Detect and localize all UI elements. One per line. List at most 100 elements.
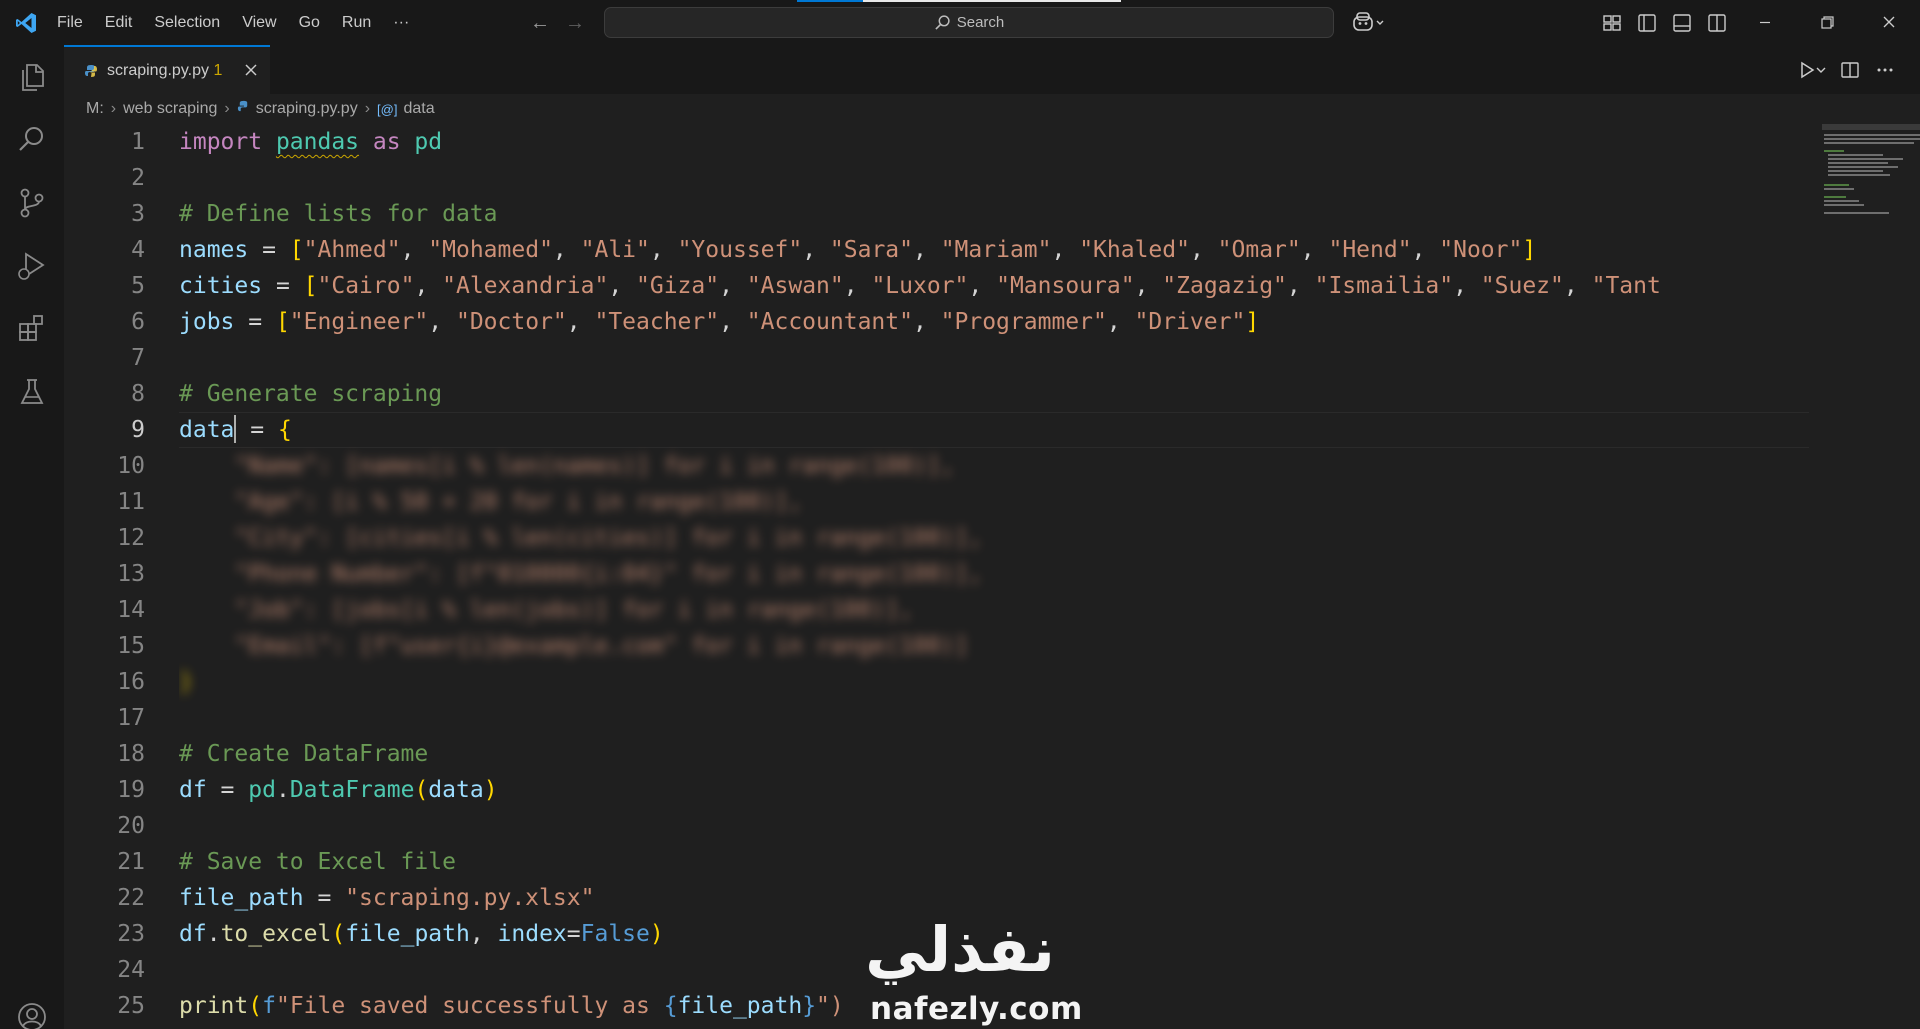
code-content[interactable]: import pandas as pd # Define lists for d… [179,124,1809,1024]
split-editor-icon[interactable] [1839,59,1861,81]
toggle-secondary-sidebar-icon[interactable] [1705,11,1729,35]
line-number: 3 [131,201,145,227]
code-line[interactable] [179,160,1809,196]
menu-go[interactable]: Go [299,14,320,32]
line-number: 4 [131,237,145,263]
code-line[interactable]: # Create DataFrame [179,736,1809,772]
current-line-number: 9 [131,417,145,443]
code-line[interactable] [179,340,1809,376]
toggle-panel-icon[interactable] [1670,11,1694,35]
problems-count-badge: 1 [213,62,223,79]
extensions-icon[interactable] [15,312,49,346]
variable-symbol-icon: [@] [377,101,398,117]
code-line[interactable]: "Job": [jobs[i % len(jobs)] for i in ran… [179,592,1809,628]
restore-icon[interactable] [1802,0,1852,45]
code-line[interactable]: jobs = ["Engineer", "Doctor", "Teacher",… [179,304,1809,340]
line-number: 25 [117,993,145,1019]
code-line[interactable]: "Name": [names[i % len(names)] for i in … [179,448,1809,484]
code-line[interactable]: cities = ["Cairo", "Alexandria", "Giza",… [179,268,1809,304]
testing-icon[interactable] [15,375,49,409]
editor-tab-bar: scraping.py.py 1 [64,45,1920,94]
accounts-icon[interactable] [15,1000,49,1029]
code-editor[interactable]: 1 2 3 4 5 6 7 8 9 10 11 12 13 14 15 16 1… [64,124,1920,1029]
source-control-icon[interactable] [15,186,49,220]
code-line[interactable]: } [179,664,1809,700]
line-number: 19 [117,777,145,803]
more-actions-icon[interactable] [1874,59,1896,81]
command-center-search[interactable]: Search [604,7,1334,38]
vscode-logo-icon[interactable] [14,11,38,35]
code-line[interactable]: # Save to Excel file [179,844,1809,880]
line-number: 16 [117,669,145,695]
breadcrumb-symbol[interactable]: data [403,100,434,118]
progress-indicator [797,0,863,2]
breadcrumb: M: › web scraping › scraping.py.py › [@]… [64,94,1920,124]
code-line[interactable]: "Age": [i % 50 + 20 for i in range(100)]… [179,484,1809,520]
search-icon [935,15,950,30]
search-icon[interactable] [15,123,49,157]
run-options-chevron-icon[interactable] [1814,59,1828,81]
line-number: 22 [117,885,145,911]
python-file-icon [237,100,250,118]
breadcrumb-folder[interactable]: web scraping [123,100,217,118]
customize-layout-icon[interactable] [1600,11,1624,35]
breadcrumb-file[interactable]: scraping.py.py [256,100,358,118]
line-number: 6 [131,309,145,335]
code-line[interactable]: names = ["Ahmed", "Mohamed", "Ali", "You… [179,232,1809,268]
code-line[interactable]: "City": [cities[i % len(cities)] for i i… [179,520,1809,556]
code-line[interactable]: # Generate scraping [179,376,1809,412]
line-number: 11 [117,489,145,515]
activity-bar [0,45,64,1029]
menu-more[interactable]: ··· [393,14,409,32]
code-line[interactable]: "Phone Number": [f"010000{i:04}" for i i… [179,556,1809,592]
chevron-right-icon: › [364,100,371,117]
line-number: 24 [117,957,145,983]
menu-run[interactable]: Run [342,14,371,32]
line-number: 5 [131,273,145,299]
breadcrumb-drive[interactable]: M: [86,100,104,118]
line-number: 2 [131,165,145,191]
menu-view[interactable]: View [242,14,276,32]
line-number: 12 [117,525,145,551]
code-line[interactable]: import pandas as pd [179,124,1809,160]
code-line[interactable]: # Define lists for data [179,196,1809,232]
tab-label: scraping.py.py 1 [107,62,223,79]
line-number: 18 [117,741,145,767]
line-number: 7 [131,345,145,371]
minimize-icon[interactable] [1740,0,1790,45]
line-number: 10 [117,453,145,479]
line-number: 23 [117,921,145,947]
menu-bar: File Edit Selection View Go Run ··· [57,0,431,45]
line-number: 1 [131,129,145,155]
line-number-gutter: 1 2 3 4 5 6 7 8 9 10 11 12 13 14 15 16 1… [64,124,159,1024]
line-number: 15 [117,633,145,659]
minimap[interactable] [1822,124,1920,244]
forward-arrow-icon[interactable]: → [562,10,588,36]
code-line[interactable] [179,700,1809,736]
menu-edit[interactable]: Edit [105,14,133,32]
line-number: 21 [117,849,145,875]
tab-scraping-py[interactable]: scraping.py.py 1 [64,45,270,94]
back-arrow-icon[interactable]: ← [527,10,553,36]
current-code-line[interactable]: data = { [179,412,1809,448]
toggle-primary-sidebar-icon[interactable] [1635,11,1659,35]
code-line[interactable]: df = pd.DataFrame(data) [179,772,1809,808]
close-tab-icon[interactable] [242,61,260,79]
progress-indicator-light [863,0,1121,2]
watermark: نفذلي nafezly.com [850,905,1082,1029]
menu-file[interactable]: File [57,14,83,32]
menu-selection[interactable]: Selection [154,14,220,32]
watermark-text: nafezly.com [870,991,1083,1027]
code-line[interactable]: "Email": [f"user{i}@example.com" for i i… [179,628,1809,664]
title-bar: File Edit Selection View Go Run ··· ← → … [0,0,1920,45]
run-debug-icon[interactable] [15,249,49,283]
code-line[interactable] [179,808,1809,844]
python-file-icon [84,65,98,77]
svg-text:نفذلي: نفذلي [865,913,1055,985]
line-number: 14 [117,597,145,623]
close-window-icon[interactable] [1864,0,1914,45]
copilot-icon[interactable] [1352,11,1386,35]
line-number: 20 [117,813,145,839]
explorer-icon[interactable] [15,60,49,94]
watermark-arabic-logo: نفذلي [865,913,1055,985]
